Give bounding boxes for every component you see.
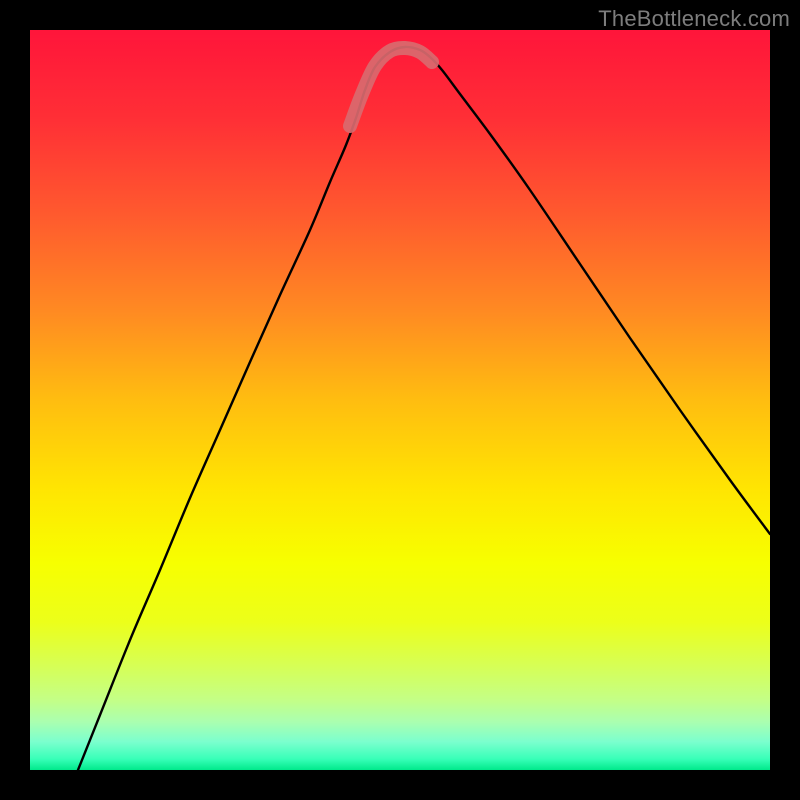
plot-area [30,30,770,770]
chart-frame: TheBottleneck.com [0,0,800,800]
gradient-background [30,30,770,770]
chart-svg [30,30,770,770]
watermark-text: TheBottleneck.com [598,6,790,32]
